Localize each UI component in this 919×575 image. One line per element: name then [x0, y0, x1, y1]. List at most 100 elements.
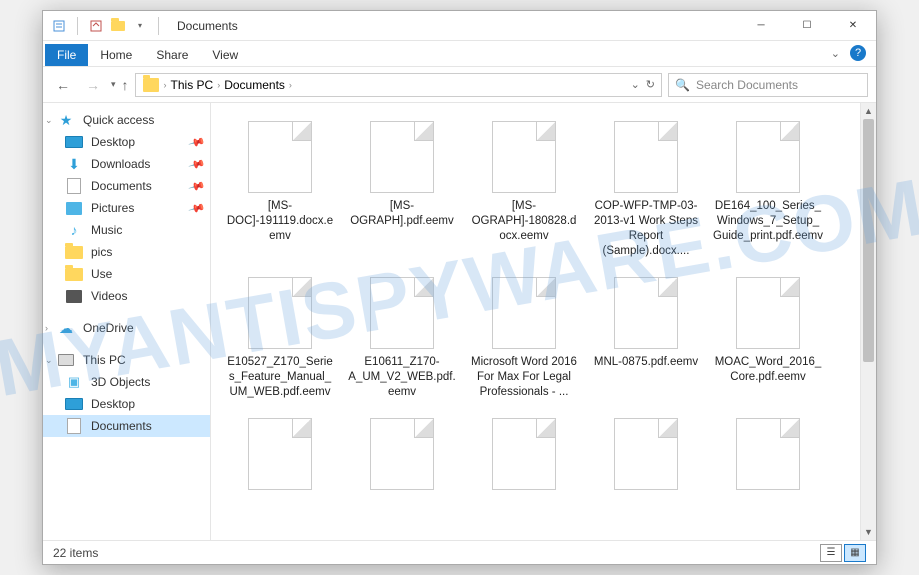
file-name: E10611_Z170-A_UM_V2_WEB.pdf.eemv: [347, 355, 457, 400]
breadcrumb-dropdown-icon[interactable]: ⌄: [631, 78, 640, 91]
3d-objects-icon: ▣: [65, 374, 83, 390]
file-item[interactable]: MNL-0875.pdf.eemv: [587, 273, 705, 404]
file-item[interactable]: DE164_100_Series_Windows_7_Setup_Guide_p…: [709, 117, 827, 263]
back-button[interactable]: ←: [51, 73, 75, 97]
file-thumbnail-icon: [248, 418, 312, 490]
sidebar-item-downloads[interactable]: ⬇Downloads📌: [43, 153, 210, 175]
ribbon: File Home Share View ⌄ ?: [43, 41, 876, 67]
file-thumbnail-icon: [614, 277, 678, 349]
sidebar-item-label: Desktop: [91, 397, 135, 411]
scroll-track[interactable]: [861, 119, 876, 524]
pc-icon: [57, 352, 75, 368]
sidebar-item-music[interactable]: ♪Music: [43, 219, 210, 241]
chevron-right-icon: ›: [217, 80, 220, 90]
sidebar-item-label: Quick access: [83, 113, 154, 127]
file-item[interactable]: COP-WFP-TMP-03-2013-v1 Work Steps Report…: [587, 117, 705, 263]
file-item[interactable]: [221, 414, 339, 500]
file-item[interactable]: MOAC_Word_2016_Core.pdf.eemv: [709, 273, 827, 404]
chevron-right-icon: ›: [45, 323, 48, 333]
properties-icon[interactable]: [51, 18, 67, 34]
file-item[interactable]: E10611_Z170-A_UM_V2_WEB.pdf.eemv: [343, 273, 461, 404]
file-thumbnail-icon: [492, 418, 556, 490]
file-name: [MS-OGRAPH]-180828.docx.eemv: [469, 199, 579, 244]
icons-view-button[interactable]: ▦: [844, 544, 866, 562]
file-item[interactable]: [465, 414, 583, 500]
file-thumbnail-icon: [492, 277, 556, 349]
collapse-ribbon-icon[interactable]: ⌄: [831, 47, 840, 60]
videos-icon: [65, 288, 83, 304]
sidebar-item-desktop[interactable]: Desktop📌: [43, 131, 210, 153]
file-tab[interactable]: File: [45, 44, 88, 66]
qat-dropdown-icon[interactable]: ▾: [132, 18, 148, 34]
downloads-icon: ⬇: [65, 156, 83, 172]
file-item[interactable]: [587, 414, 705, 500]
new-folder-icon[interactable]: [88, 18, 104, 34]
sidebar-item-label: Videos: [91, 289, 127, 303]
window-controls: ─ ☐ ✕: [738, 11, 876, 41]
folder-icon: [142, 77, 160, 93]
search-input[interactable]: 🔍 Search Documents: [668, 73, 868, 97]
file-thumbnail-icon: [370, 121, 434, 193]
sidebar-item-desktop[interactable]: Desktop: [43, 393, 210, 415]
history-dropdown-icon[interactable]: ▾: [111, 79, 116, 90]
sidebar-item-label: Documents: [91, 419, 152, 433]
file-thumbnail-icon: [736, 418, 800, 490]
file-item[interactable]: [MS-DOC]-191119.docx.eemv: [221, 117, 339, 263]
maximize-button[interactable]: ☐: [784, 11, 830, 41]
help-icon[interactable]: ?: [850, 45, 866, 61]
sidebar-item-videos[interactable]: Videos: [43, 285, 210, 307]
minimize-button[interactable]: ─: [738, 11, 784, 41]
forward-button[interactable]: →: [81, 73, 105, 97]
onedrive-icon: ☁: [57, 320, 75, 336]
file-thumbnail-icon: [614, 418, 678, 490]
folder-icon: [65, 244, 83, 260]
titlebar: ▾ Documents ─ ☐ ✕: [43, 11, 876, 41]
chevron-down-icon: ⌄: [45, 355, 53, 366]
file-name: DE164_100_Series_Windows_7_Setup_Guide_p…: [713, 199, 823, 244]
sidebar-item-label: Music: [91, 223, 122, 237]
vertical-scrollbar[interactable]: ▲ ▼: [860, 103, 876, 540]
breadcrumb-item[interactable]: This PC: [171, 78, 214, 92]
sidebar-item-label: Use: [91, 267, 112, 281]
sidebar-item-pictures[interactable]: Pictures📌: [43, 197, 210, 219]
file-item[interactable]: [343, 414, 461, 500]
file-item[interactable]: [MS-OGRAPH]-180828.docx.eemv: [465, 117, 583, 263]
sidebar-item-label: This PC: [83, 353, 126, 367]
file-item[interactable]: [MS-OGRAPH].pdf.eemv: [343, 117, 461, 263]
pin-icon: 📌: [188, 133, 206, 151]
file-thumbnail-icon: [736, 277, 800, 349]
sidebar-onedrive[interactable]: › ☁ OneDrive: [43, 317, 210, 339]
chevron-right-icon: ›: [164, 80, 167, 90]
view-tab[interactable]: View: [200, 44, 250, 66]
sidebar-item-label: 3D Objects: [91, 375, 150, 389]
pin-icon: 📌: [188, 177, 206, 195]
folder-icon[interactable]: [110, 18, 126, 34]
breadcrumb[interactable]: › This PC › Documents › ⌄ ↻: [135, 73, 662, 97]
up-button[interactable]: ↑: [122, 77, 129, 93]
sidebar-item-documents[interactable]: Documents📌: [43, 175, 210, 197]
sidebar-item-documents[interactable]: Documents: [43, 415, 210, 437]
sidebar-item-label: OneDrive: [83, 321, 134, 335]
scroll-thumb[interactable]: [863, 119, 874, 362]
sidebar-quick-access[interactable]: ⌄ ★ Quick access: [43, 109, 210, 131]
file-item[interactable]: Microsoft Word 2016 For Max For Legal Pr…: [465, 273, 583, 404]
details-view-button[interactable]: ☰: [820, 544, 842, 562]
sidebar-item-pics[interactable]: pics: [43, 241, 210, 263]
sidebar-item-use[interactable]: Use: [43, 263, 210, 285]
sidebar-item-3d-objects[interactable]: ▣ 3D Objects: [43, 371, 210, 393]
breadcrumb-item[interactable]: Documents: [224, 78, 285, 92]
file-item[interactable]: E10527_Z170_Series_Feature_Manual_UM_WEB…: [221, 273, 339, 404]
file-name: Microsoft Word 2016 For Max For Legal Pr…: [469, 355, 579, 400]
chevron-right-icon: ›: [289, 80, 292, 90]
scroll-up-icon[interactable]: ▲: [861, 103, 876, 119]
file-item[interactable]: [709, 414, 827, 500]
share-tab[interactable]: Share: [144, 44, 200, 66]
close-button[interactable]: ✕: [830, 11, 876, 41]
file-thumbnail-icon: [248, 277, 312, 349]
refresh-icon[interactable]: ↻: [646, 78, 655, 91]
sidebar-this-pc[interactable]: ⌄ This PC: [43, 349, 210, 371]
quick-access-toolbar: ▾: [43, 17, 171, 35]
scroll-down-icon[interactable]: ▼: [861, 524, 876, 540]
home-tab[interactable]: Home: [88, 44, 144, 66]
search-icon: 🔍: [675, 78, 690, 92]
